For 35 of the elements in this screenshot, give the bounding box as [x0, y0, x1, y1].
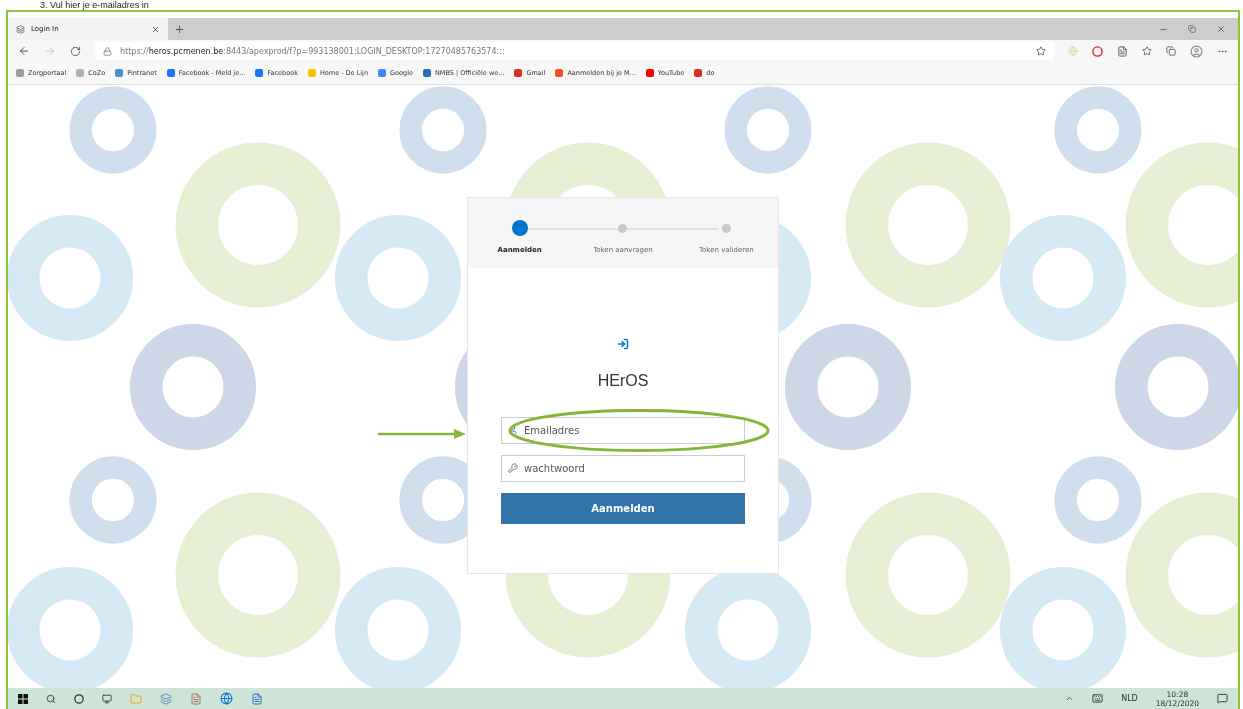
collections-icon[interactable]: [1166, 46, 1176, 56]
close-icon[interactable]: [151, 24, 160, 34]
ring-icon[interactable]: [1092, 45, 1103, 57]
circle-icon[interactable]: [74, 693, 84, 704]
task-view-icon[interactable]: [102, 693, 112, 704]
windows-icon[interactable]: [18, 693, 28, 704]
profile-icon[interactable]: [1190, 44, 1203, 58]
url-text: https://heros.pcmenen.be:8443/apexprod/f?p=993138001:LOGIN_DESKTOP:17270485763574:::: [120, 46, 505, 56]
browser-icon[interactable]: [220, 692, 233, 705]
document-icon[interactable]: [251, 692, 263, 705]
password-field[interactable]: wachtwoord: [501, 455, 745, 482]
heading: 3. Vul hier je e-mailadres in: [39, 0, 150, 10]
sign-in-button[interactable]: Aanmelden: [501, 493, 745, 524]
favorites-icon[interactable]: [1142, 46, 1152, 56]
refresh-icon[interactable]: [70, 45, 81, 57]
search-icon[interactable]: [46, 693, 56, 704]
chevron-up-icon[interactable]: [1065, 694, 1075, 703]
notification-icon[interactable]: [1217, 693, 1228, 704]
user-icon: [508, 425, 518, 435]
plus-icon[interactable]: [174, 23, 185, 35]
restore-icon[interactable]: [1188, 25, 1196, 33]
lock-icon: [103, 46, 112, 56]
address-field[interactable]: https://heros.pcmenen.be:8443/apexprod/f?p=993138001:LOGIN_DESKTOP:17270485763574:::: [95, 42, 1054, 60]
document-icon[interactable]: [190, 692, 202, 705]
back-icon[interactable]: [18, 45, 30, 57]
app-title: HErOS: [597, 372, 649, 390]
star-icon[interactable]: [1036, 46, 1046, 56]
language-indicator[interactable]: NLD: [1121, 694, 1138, 703]
app-icon[interactable]: [160, 692, 172, 705]
page-icon: [16, 24, 25, 34]
email-field[interactable]: Emailadres: [501, 417, 745, 444]
sign-in-icon: [617, 338, 629, 350]
close-icon[interactable]: [1216, 24, 1226, 34]
keyboard-icon[interactable]: [1092, 693, 1104, 704]
key-icon: [508, 463, 518, 473]
